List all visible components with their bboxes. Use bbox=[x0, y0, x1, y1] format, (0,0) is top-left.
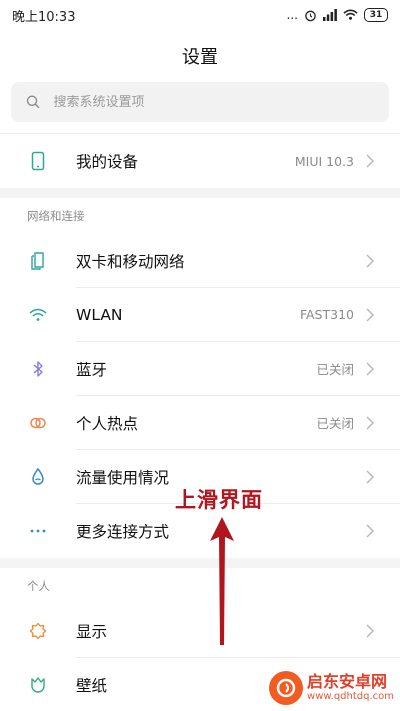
chevron-right-icon bbox=[366, 416, 374, 429]
icon-cell bbox=[0, 359, 76, 379]
divider bbox=[0, 122, 400, 134]
section-gap bbox=[0, 188, 400, 198]
chevron-right-icon bbox=[366, 308, 374, 321]
status-time: 晚上10:33 bbox=[12, 9, 76, 25]
sun-icon bbox=[29, 622, 47, 640]
watermark-text: 启东安卓网 www.qdhtdq.com bbox=[307, 673, 394, 703]
section-title-personal: 个人 bbox=[27, 579, 50, 593]
section-gap bbox=[0, 558, 400, 568]
swipe-up-annotation: 上滑界面 bbox=[175, 488, 263, 512]
row-right bbox=[366, 254, 374, 268]
page-title: 设置 bbox=[182, 47, 218, 68]
icon-cell bbox=[0, 413, 76, 433]
row-label: 更多连接方式 bbox=[76, 523, 170, 541]
row-right bbox=[366, 470, 374, 484]
row-label: 壁纸 bbox=[76, 677, 108, 695]
chevron-right-icon bbox=[366, 524, 374, 538]
watermark-title: 启东安卓网 bbox=[307, 672, 388, 691]
signal-icon bbox=[323, 9, 337, 21]
row-value: FAST310 bbox=[299, 307, 354, 322]
row-right bbox=[366, 624, 374, 638]
row-content: 我的设备 MIUI 10.3 bbox=[76, 134, 400, 188]
water-drop-icon bbox=[32, 467, 44, 485]
row-right: 已关闭 bbox=[316, 359, 374, 378]
hotspot-icon bbox=[30, 417, 46, 429]
row-label: 双卡和移动网络 bbox=[76, 252, 185, 271]
search-wrap bbox=[0, 82, 400, 122]
phone-icon bbox=[31, 151, 45, 171]
sim-card-icon bbox=[31, 252, 44, 270]
bluetooth-row[interactable]: 蓝牙 已关闭 bbox=[0, 342, 400, 396]
icon-cell bbox=[0, 305, 76, 325]
chevron-right-icon bbox=[366, 362, 374, 375]
search-input[interactable] bbox=[53, 94, 375, 110]
chevron-right-icon bbox=[366, 254, 374, 267]
icon-cell bbox=[0, 675, 76, 695]
battery-icon: 31 bbox=[364, 8, 388, 22]
watermark: 启东安卓网 www.qdhtdq.com bbox=[269, 671, 394, 705]
row-value: 已关闭 bbox=[316, 416, 354, 431]
wifi-icon bbox=[29, 308, 47, 321]
row-label: WLAN bbox=[76, 305, 123, 324]
chevron-right-icon bbox=[366, 624, 374, 637]
icon-cell bbox=[0, 251, 76, 271]
row-right bbox=[366, 524, 374, 538]
row-label: 个人热点 bbox=[76, 414, 139, 433]
row-content: 个人热点 已关闭 bbox=[76, 396, 400, 450]
row-value: 已关闭 bbox=[316, 362, 354, 377]
chevron-right-icon bbox=[366, 470, 374, 483]
search-box[interactable] bbox=[11, 82, 389, 122]
row-content: WLAN FAST310 bbox=[76, 288, 400, 342]
icon-cell bbox=[0, 621, 76, 641]
row-label: 显示 bbox=[76, 622, 108, 641]
arrow-up-icon bbox=[210, 517, 234, 645]
icon-cell bbox=[0, 467, 76, 487]
watermark-logo-icon bbox=[269, 671, 304, 705]
wlan-row[interactable]: WLAN FAST310 bbox=[0, 288, 400, 342]
sim-network-row[interactable]: 双卡和移动网络 bbox=[0, 234, 400, 288]
more-dots-icon bbox=[30, 529, 46, 533]
search-icon bbox=[26, 95, 40, 109]
status-icons: ... 31 bbox=[287, 8, 388, 22]
row-value: MIUI 10.3 bbox=[294, 153, 354, 169]
row-right: FAST310 bbox=[300, 307, 374, 322]
wifi-status-icon bbox=[343, 9, 358, 20]
page-title-bar: 设置 bbox=[0, 30, 400, 82]
row-label: 我的设备 bbox=[76, 153, 139, 171]
hotspot-row[interactable]: 个人热点 已关闭 bbox=[0, 396, 400, 450]
row-right: 已关闭 bbox=[316, 413, 374, 432]
row-content: 双卡和移动网络 bbox=[76, 234, 400, 288]
watermark-url: www.qdhtdq.com bbox=[307, 691, 394, 702]
my-device-row[interactable]: 我的设备 MIUI 10.3 bbox=[0, 134, 400, 188]
chevron-right-icon bbox=[366, 154, 374, 168]
display-row[interactable]: 显示 bbox=[0, 604, 400, 658]
bluetooth-icon bbox=[33, 361, 43, 377]
alarm-icon bbox=[305, 10, 316, 21]
more-dots-icon: ... bbox=[286, 8, 298, 22]
row-right: MIUI 10.3 bbox=[295, 154, 374, 169]
icon-cell bbox=[0, 521, 76, 541]
device-icon-cell bbox=[0, 151, 76, 171]
tulip-icon bbox=[31, 677, 45, 693]
row-label: 流量使用情况 bbox=[76, 468, 170, 487]
row-content: 蓝牙 已关闭 bbox=[76, 342, 400, 396]
status-bar: 晚上10:33 ... 31 bbox=[0, 0, 400, 30]
section-title-network: 网络和连接 bbox=[27, 209, 85, 223]
row-label: 蓝牙 bbox=[76, 360, 108, 379]
